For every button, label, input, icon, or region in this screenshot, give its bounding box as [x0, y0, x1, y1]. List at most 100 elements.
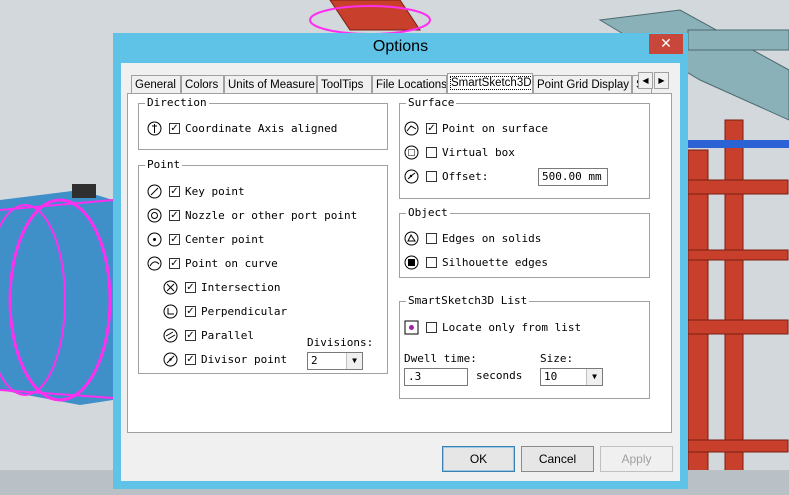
point-on-surface-icon	[404, 121, 419, 136]
center-point-icon	[147, 232, 162, 247]
dialog-client-area: General Colors Units of Measure ToolTips…	[121, 63, 680, 481]
point-group: Point ✓ Key point ✓ Nozzle or other port…	[138, 158, 388, 374]
tab-tooltips[interactable]: ToolTips	[317, 75, 372, 93]
point-on-curve-checkbox[interactable]: ✓	[169, 258, 180, 269]
key-point-checkbox[interactable]: ✓	[169, 186, 180, 197]
coordinate-axis-aligned-checkbox[interactable]: ✓	[169, 123, 180, 134]
dialog-title: Options	[372, 38, 429, 55]
divisions-select[interactable]: 2 ▼	[307, 352, 363, 370]
checkbox-row: ✓ Coordinate Axis aligned	[147, 121, 377, 137]
chevron-down-icon[interactable]: ▼	[346, 353, 362, 369]
tab-file-locations[interactable]: File Locations	[372, 75, 447, 93]
tab-label: Colors	[185, 79, 219, 91]
offset-label: Offset:	[442, 170, 489, 183]
tab-general[interactable]: General	[131, 75, 181, 93]
smartsketch3d-list-group: SmartSketch3D List Locate only from list…	[399, 294, 650, 399]
nozzle-icon	[147, 208, 162, 223]
silhouette-edges-label: Silhouette edges	[442, 256, 548, 269]
edges-on-solids-checkbox[interactable]	[426, 233, 437, 244]
divisions-value: 2	[311, 354, 318, 367]
size-value: 10	[544, 370, 558, 383]
object-group: Object Edges on solids Silhouette edges	[399, 206, 650, 278]
divisions-label: Divisions:	[307, 336, 374, 349]
key-point-icon	[147, 184, 162, 199]
offset-icon	[404, 169, 419, 184]
tab-colors[interactable]: Colors	[181, 75, 224, 93]
direction-group-title: Direction	[145, 96, 209, 110]
locate-only-from-list-checkbox[interactable]	[426, 322, 437, 333]
point-on-curve-label: Point on curve	[185, 257, 278, 270]
tab-units-of-measure[interactable]: Units of Measure	[224, 75, 317, 93]
divisor-point-label: Divisor point	[201, 353, 288, 366]
options-dialog: Options ✕ General Colors Units of Measur…	[113, 33, 688, 489]
offset-input[interactable]: 500.00 mm	[538, 168, 608, 186]
virtual-box-icon	[404, 145, 419, 160]
checkbox-row: ✓ Point on surface	[404, 121, 644, 137]
dwell-time-input[interactable]: .3	[404, 368, 468, 386]
checkbox-row: ✓ Key point	[147, 184, 377, 200]
parallel-checkbox[interactable]: ✓	[185, 330, 196, 341]
title-bar[interactable]: Options ✕	[113, 33, 688, 63]
checkbox-row: ✓ Point on curve	[147, 256, 377, 272]
parallel-icon	[163, 328, 178, 343]
seconds-label: seconds	[476, 369, 523, 382]
virtual-box-label: Virtual box	[442, 146, 515, 159]
ok-button[interactable]: OK	[442, 446, 515, 472]
point-on-curve-icon	[147, 256, 162, 271]
checkbox-row: Locate only from list	[404, 320, 644, 336]
object-group-title: Object	[406, 206, 450, 220]
locate-list-icon	[404, 320, 419, 335]
checkbox-row: Silhouette edges	[404, 255, 644, 271]
tab-point-grid-display[interactable]: Point Grid Display	[533, 75, 632, 93]
tab-label: General	[135, 79, 176, 91]
tab-scroll-left-button[interactable]: ◀	[638, 72, 653, 89]
size-label: Size:	[540, 352, 574, 365]
point-on-surface-checkbox[interactable]: ✓	[426, 123, 437, 134]
intersection-label: Intersection	[201, 281, 281, 294]
perpendicular-icon	[163, 304, 178, 319]
intersection-checkbox[interactable]: ✓	[185, 282, 196, 293]
coordinate-axis-icon	[147, 121, 162, 136]
point-on-surface-label: Point on surface	[442, 122, 548, 135]
checkbox-row: Offset:	[404, 169, 644, 185]
virtual-box-checkbox[interactable]	[426, 147, 437, 158]
apply-button[interactable]: Apply	[600, 446, 673, 472]
center-point-label: Center point	[185, 233, 265, 246]
tab-label: Point Grid Display	[537, 79, 630, 91]
offset-checkbox[interactable]	[426, 171, 437, 182]
coordinate-axis-aligned-label: Coordinate Axis aligned	[185, 122, 338, 135]
silhouette-edges-icon	[404, 255, 419, 270]
close-button[interactable]: ✕	[649, 34, 683, 54]
checkbox-row: ✓ Center point	[147, 232, 377, 248]
checkbox-row: Virtual box	[404, 145, 644, 161]
key-point-label: Key point	[185, 185, 245, 198]
silhouette-edges-checkbox[interactable]	[426, 257, 437, 268]
point-group-title: Point	[145, 158, 183, 172]
smartsketch3d-tab-page: Direction ✓ Coordinate Axis aligned Poin…	[127, 93, 672, 433]
edges-on-solids-icon	[404, 231, 419, 246]
size-select[interactable]: 10 ▼	[540, 368, 603, 386]
perpendicular-label: Perpendicular	[201, 305, 288, 318]
checkbox-row: ✓ Nozzle or other port point	[147, 208, 377, 224]
tab-label: SmartSketch3D	[450, 76, 532, 90]
surface-group-title: Surface	[406, 96, 457, 110]
tab-scroll-arrows: ◀ ▶	[638, 72, 670, 89]
nozzle-port-point-checkbox[interactable]: ✓	[169, 210, 180, 221]
intersection-icon	[163, 280, 178, 295]
dwell-time-label: Dwell time:	[404, 352, 477, 365]
tab-label: File Locations	[376, 79, 447, 91]
cancel-button[interactable]: Cancel	[521, 446, 594, 472]
tab-smartsketch3d[interactable]: SmartSketch3D	[447, 73, 533, 94]
tab-scroll-right-button[interactable]: ▶	[654, 72, 669, 89]
tab-label: ToolTips	[321, 79, 364, 91]
locate-only-from-list-label: Locate only from list	[442, 321, 582, 334]
center-point-checkbox[interactable]: ✓	[169, 234, 180, 245]
tab-label: Units of Measure	[228, 79, 315, 91]
checkbox-row: ✓ Perpendicular	[163, 304, 373, 320]
chevron-down-icon[interactable]: ▼	[586, 369, 602, 385]
direction-group: Direction ✓ Coordinate Axis aligned	[138, 96, 388, 150]
checkbox-row: ✓ Intersection	[163, 280, 373, 296]
surface-group: Surface ✓ Point on surface Virtual box O…	[399, 96, 650, 199]
divisor-point-checkbox[interactable]: ✓	[185, 354, 196, 365]
perpendicular-checkbox[interactable]: ✓	[185, 306, 196, 317]
